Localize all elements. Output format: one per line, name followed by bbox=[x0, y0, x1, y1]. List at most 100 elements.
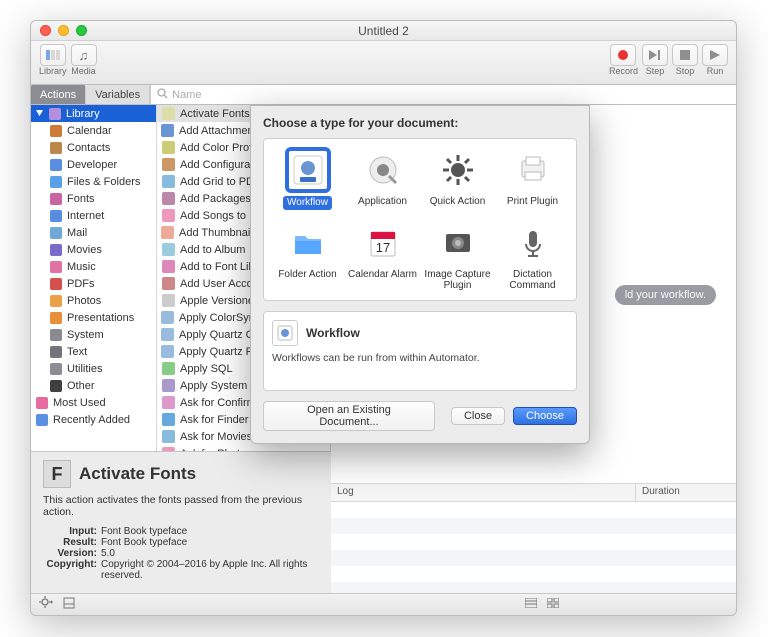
category-item[interactable]: Other bbox=[31, 377, 156, 394]
desc-result: Font Book typeface bbox=[101, 537, 319, 548]
category-item[interactable]: Contacts bbox=[31, 139, 156, 156]
window-title: Untitled 2 bbox=[31, 24, 736, 38]
document-type-label: Dictation Command bbox=[495, 269, 570, 292]
document-type-label: Image Capture Plugin bbox=[420, 269, 495, 292]
category-icon bbox=[49, 345, 63, 359]
library-toolbar-button[interactable] bbox=[40, 44, 66, 66]
category-label: Files & Folders bbox=[67, 176, 140, 188]
category-item[interactable]: Presentations bbox=[31, 309, 156, 326]
category-label: Internet bbox=[67, 210, 104, 222]
run-toolbar-button[interactable] bbox=[702, 44, 728, 66]
category-item[interactable]: Photos bbox=[31, 292, 156, 309]
app-window: Untitled 2 Library ♫ Media bbox=[30, 20, 737, 616]
action-icon bbox=[161, 107, 175, 121]
workflow-icon bbox=[272, 320, 298, 346]
selected-type-description: Workflow Workflows can be run from withi… bbox=[263, 311, 577, 391]
smart-folder-item[interactable]: Most Used bbox=[31, 394, 156, 411]
selected-type-text: Workflows can be run from within Automat… bbox=[272, 352, 568, 364]
action-icon bbox=[161, 158, 175, 172]
step-toolbar-button[interactable] bbox=[642, 44, 668, 66]
log-column-duration[interactable]: Duration bbox=[636, 484, 736, 501]
close-sheet-button[interactable]: Close bbox=[451, 407, 505, 425]
document-type-option[interactable]: Quick Action bbox=[420, 147, 495, 210]
action-icon bbox=[161, 226, 174, 240]
gear-menu-button[interactable] bbox=[39, 596, 53, 613]
library-toolbar-label: Library bbox=[39, 66, 67, 76]
category-icon bbox=[49, 311, 63, 325]
log-body bbox=[331, 502, 736, 593]
desc-input-label: Input: bbox=[43, 526, 101, 537]
open-existing-button[interactable]: Open an Existing Document... bbox=[263, 401, 435, 431]
toggle-description-button[interactable] bbox=[63, 597, 75, 612]
desc-version: 5.0 bbox=[101, 548, 319, 559]
document-type-option[interactable]: Print Plugin bbox=[495, 147, 570, 210]
category-item[interactable]: Developer bbox=[31, 156, 156, 173]
log-view-button[interactable] bbox=[525, 598, 537, 611]
category-icon bbox=[49, 362, 63, 376]
category-item[interactable]: System bbox=[31, 326, 156, 343]
category-label: Calendar bbox=[67, 125, 112, 137]
run-toolbar-label: Run bbox=[707, 66, 724, 76]
document-type-label: Calendar Alarm bbox=[348, 269, 417, 281]
document-type-icon bbox=[435, 220, 481, 266]
category-item[interactable]: Movies bbox=[31, 241, 156, 258]
document-type-label: Workflow bbox=[283, 196, 332, 210]
category-label: Contacts bbox=[67, 142, 110, 154]
results-view-button[interactable] bbox=[547, 598, 559, 611]
smart-folder-icon bbox=[35, 396, 49, 410]
category-item[interactable]: Calendar bbox=[31, 122, 156, 139]
category-icon bbox=[49, 328, 63, 342]
action-label: Add to Album bbox=[180, 244, 245, 256]
library-root-label: Library bbox=[66, 108, 100, 120]
library-root[interactable]: Library bbox=[31, 105, 156, 122]
tab-variables[interactable]: Variables bbox=[86, 85, 150, 104]
category-item[interactable]: Files & Folders bbox=[31, 173, 156, 190]
action-icon bbox=[161, 379, 175, 393]
category-icon bbox=[49, 124, 63, 138]
record-toolbar-button[interactable] bbox=[610, 44, 636, 66]
category-label: System bbox=[67, 329, 104, 341]
category-item[interactable]: PDFs bbox=[31, 275, 156, 292]
tab-actions[interactable]: Actions bbox=[31, 85, 86, 104]
fonts-icon: F bbox=[43, 460, 71, 488]
choose-button[interactable]: Choose bbox=[513, 407, 577, 425]
category-item[interactable]: Internet bbox=[31, 207, 156, 224]
document-type-option[interactable]: Image Capture Plugin bbox=[420, 220, 495, 292]
category-item[interactable]: Mail bbox=[31, 224, 156, 241]
document-type-label: Print Plugin bbox=[507, 196, 558, 208]
category-item[interactable]: Utilities bbox=[31, 360, 156, 377]
category-label: Other bbox=[67, 380, 95, 392]
search-input[interactable]: Name bbox=[150, 85, 736, 104]
sheet-prompt: Choose a type for your document: bbox=[263, 116, 577, 130]
category-item[interactable]: Text bbox=[31, 343, 156, 360]
document-type-option[interactable]: Workflow bbox=[270, 147, 345, 210]
action-icon bbox=[161, 141, 175, 155]
category-label: Movies bbox=[67, 244, 102, 256]
action-icon bbox=[161, 311, 174, 325]
log-column-log[interactable]: Log bbox=[331, 484, 636, 501]
document-type-icon bbox=[360, 147, 406, 193]
smart-folder-label: Most Used bbox=[53, 397, 106, 409]
category-item[interactable]: Fonts bbox=[31, 190, 156, 207]
document-type-option[interactable]: Folder Action bbox=[270, 220, 345, 292]
category-label: Developer bbox=[67, 159, 117, 171]
document-type-option[interactable]: Dictation Command bbox=[495, 220, 570, 292]
step-icon bbox=[649, 48, 661, 63]
stop-toolbar-button[interactable] bbox=[672, 44, 698, 66]
media-toolbar-button[interactable]: ♫ bbox=[71, 44, 97, 66]
category-label: Presentations bbox=[67, 312, 134, 324]
document-type-grid: Workflow ApplicationQuick Action Print Plu… bbox=[263, 138, 577, 301]
smart-folder-item[interactable]: Recently Added bbox=[31, 411, 156, 428]
document-type-option[interactable]: Application bbox=[345, 147, 420, 210]
library-tabs: Actions Variables Name bbox=[31, 85, 736, 105]
category-item[interactable]: Music bbox=[31, 258, 156, 275]
search-icon bbox=[157, 88, 172, 102]
disclosure-triangle-icon[interactable] bbox=[35, 109, 44, 118]
action-label: Activate Fonts bbox=[180, 108, 250, 120]
smart-folder-icon bbox=[35, 413, 49, 427]
action-icon bbox=[161, 294, 175, 308]
document-type-option[interactable]: 17Calendar Alarm bbox=[345, 220, 420, 292]
category-label: Music bbox=[67, 261, 96, 273]
category-label: Photos bbox=[67, 295, 101, 307]
category-icon bbox=[49, 379, 63, 393]
